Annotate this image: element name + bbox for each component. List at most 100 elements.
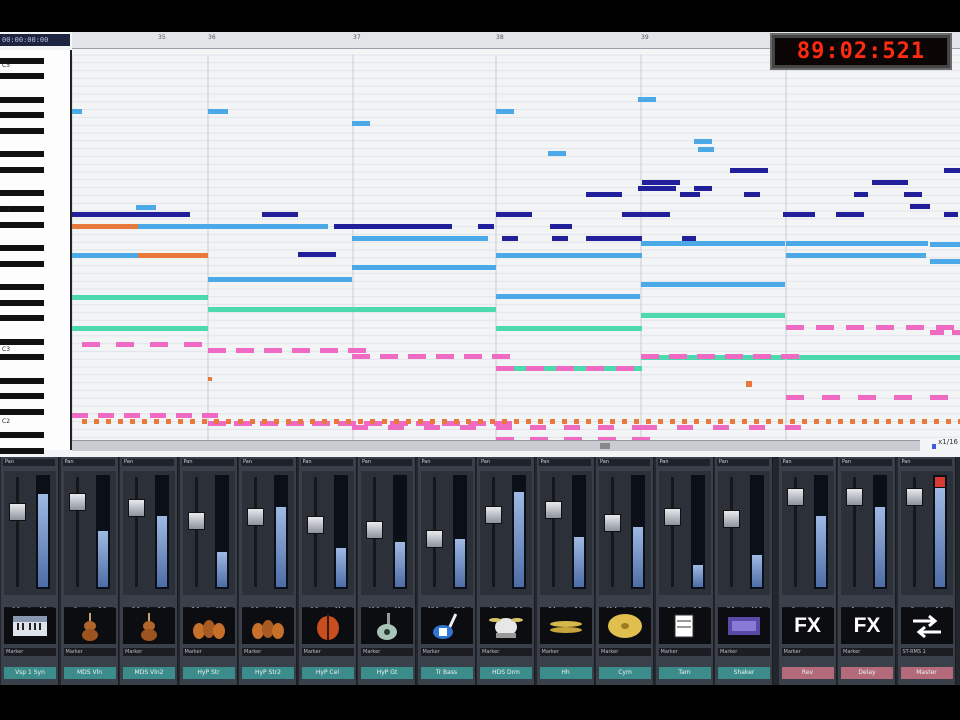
note[interactable] — [872, 180, 908, 185]
note[interactable] — [274, 419, 279, 424]
note[interactable] — [730, 419, 735, 424]
channel-name[interactable]: Master — [900, 667, 953, 679]
note[interactable] — [418, 419, 423, 424]
channel-name[interactable]: HyP Str — [182, 667, 235, 679]
channel-name[interactable]: HyP Str2 — [242, 667, 294, 679]
instrument-picture[interactable] — [658, 608, 711, 644]
note[interactable] — [72, 326, 208, 331]
note[interactable] — [464, 354, 482, 359]
note[interactable] — [785, 425, 801, 430]
note[interactable] — [886, 419, 891, 424]
channel-name[interactable]: HDS Drm — [480, 667, 532, 679]
piano-keyboard[interactable]: C5 C4 C3 C2 — [0, 50, 72, 454]
note[interactable] — [936, 325, 954, 330]
black-key[interactable] — [0, 377, 44, 384]
instrument-picture[interactable] — [900, 608, 953, 644]
note[interactable] — [680, 192, 700, 197]
channel-name[interactable]: Tr Bass — [420, 667, 473, 679]
instrument-picture[interactable] — [301, 608, 354, 644]
note[interactable] — [72, 253, 138, 258]
volume-fader[interactable] — [786, 488, 804, 507]
note[interactable] — [786, 395, 804, 400]
channel-name[interactable]: Hh — [539, 667, 592, 679]
channel-name[interactable]: MDS Vln2 — [123, 667, 175, 679]
note[interactable] — [898, 419, 903, 424]
note[interactable] — [930, 259, 960, 264]
note[interactable] — [698, 147, 714, 152]
note[interactable] — [138, 224, 208, 229]
instrument-picture[interactable] — [718, 608, 770, 644]
black-key[interactable] — [0, 354, 44, 361]
note[interactable] — [352, 354, 370, 359]
note[interactable] — [642, 180, 680, 185]
instrument-picture[interactable] — [182, 608, 235, 644]
note[interactable] — [388, 425, 404, 430]
note[interactable] — [944, 168, 960, 173]
note[interactable] — [322, 419, 327, 424]
note[interactable] — [952, 330, 960, 335]
note[interactable] — [496, 326, 642, 331]
pan-label[interactable]: Pan — [62, 459, 115, 466]
note[interactable] — [641, 425, 657, 430]
instrument-picture[interactable] — [4, 608, 56, 644]
note[interactable] — [478, 419, 483, 424]
note[interactable] — [713, 425, 729, 430]
volume-fader[interactable] — [247, 508, 264, 527]
note[interactable] — [641, 282, 785, 287]
fader-track[interactable] — [16, 477, 19, 587]
note[interactable] — [862, 419, 867, 424]
note[interactable] — [586, 419, 591, 424]
note[interactable] — [682, 419, 687, 424]
instrument-picture[interactable] — [420, 608, 473, 644]
note[interactable] — [641, 313, 785, 318]
instrument-picture[interactable] — [63, 608, 116, 644]
note[interactable] — [822, 395, 840, 400]
note[interactable] — [930, 242, 960, 247]
note[interactable] — [946, 419, 951, 424]
note[interactable] — [496, 109, 514, 114]
note[interactable] — [442, 419, 447, 424]
note[interactable] — [641, 354, 659, 359]
note[interactable] — [82, 419, 87, 424]
note[interactable] — [466, 419, 471, 424]
fader-track[interactable] — [670, 477, 674, 587]
note[interactable] — [118, 419, 123, 424]
note[interactable] — [72, 413, 88, 418]
note[interactable] — [564, 425, 580, 430]
note[interactable] — [922, 419, 927, 424]
zoom-level[interactable]: x1/16 — [938, 438, 958, 446]
note[interactable] — [142, 419, 147, 424]
note[interactable] — [826, 419, 831, 424]
note[interactable] — [658, 419, 663, 424]
black-key[interactable] — [0, 128, 44, 134]
note[interactable] — [753, 354, 771, 359]
note[interactable] — [208, 307, 496, 312]
note[interactable] — [944, 212, 958, 217]
note-grid[interactable] — [72, 50, 960, 450]
note[interactable] — [496, 366, 514, 371]
note[interactable] — [208, 348, 226, 353]
note[interactable] — [616, 366, 634, 371]
note[interactable] — [250, 419, 255, 424]
note[interactable] — [894, 395, 912, 400]
note[interactable] — [72, 212, 190, 217]
note[interactable] — [352, 265, 496, 270]
instrument-picture[interactable]: FX — [841, 608, 893, 644]
black-key[interactable] — [0, 73, 44, 80]
note[interactable] — [514, 419, 519, 424]
note[interactable] — [530, 425, 546, 430]
note[interactable] — [766, 419, 771, 424]
volume-fader[interactable] — [9, 502, 26, 521]
pan-label[interactable]: Pan — [840, 459, 892, 466]
note[interactable] — [874, 419, 879, 424]
note[interactable] — [586, 366, 604, 371]
black-key[interactable] — [0, 338, 44, 345]
note[interactable] — [202, 413, 218, 418]
black-key[interactable] — [0, 299, 44, 306]
note[interactable] — [786, 325, 804, 330]
note[interactable] — [781, 354, 799, 359]
fader-track[interactable] — [492, 477, 495, 587]
note[interactable] — [742, 419, 747, 424]
note[interactable] — [932, 444, 936, 449]
note[interactable] — [846, 325, 864, 330]
